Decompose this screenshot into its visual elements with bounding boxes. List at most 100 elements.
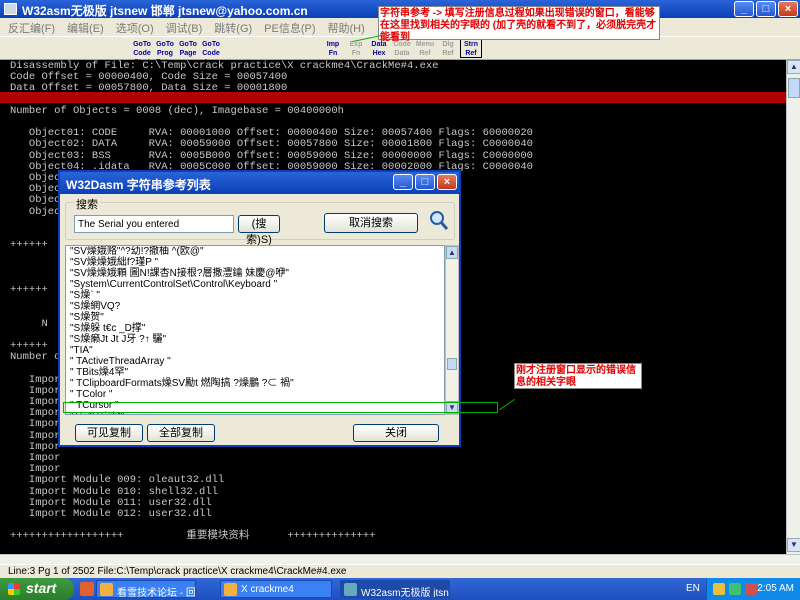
list-scroll-up-icon[interactable]: ▲ <box>446 246 458 259</box>
app-title: W32asm无极版 jtsnew 邯郸 jtsnew@yahoo.com.cn <box>22 4 308 18</box>
string-list-item[interactable]: "SV燥燥娥顆 圖N!課杏N接根?層撒灃鑰 妹慶@咿" <box>66 268 444 279</box>
toolbar-button-18[interactable]: Dlg Ref <box>437 38 459 58</box>
copy-visible-button[interactable]: 可见复制 <box>75 424 143 442</box>
dialog-maximize-button[interactable]: □ <box>415 174 435 190</box>
listing-vertical-scrollbar[interactable]: ▲ ▼ <box>786 60 800 554</box>
search-group: 搜索 (搜索)S) 取消搜索 <box>65 196 455 246</box>
dialog-title: W32Dasm 字符串参考列表 <box>66 178 211 192</box>
search-input[interactable] <box>74 215 234 233</box>
toolbar-button-11[interactable] <box>269 38 291 58</box>
string-list-item[interactable]: "S燥癞Jt Jt J牙 ?↑ 驪" <box>66 334 444 345</box>
string-list-item[interactable]: "System\CurrentControlSet\Control\Keyboa… <box>66 279 444 290</box>
toolbar-button-1[interactable] <box>25 38 47 58</box>
menu-edit[interactable]: 编辑(E) <box>61 18 110 36</box>
listing-line: Impor <box>10 373 61 386</box>
string-list-item[interactable]: "S燥躲 t€c _D撑" <box>66 323 444 334</box>
search-magnifier-icon <box>428 209 450 233</box>
listing-line: ++++++ <box>10 239 48 252</box>
clock: 2:05 AM <box>757 583 794 594</box>
string-list[interactable]: "SV燥娥赂"^?幼!?撤柚 ^(欧@" "SV燥燥娥絀f?瑾P " "SV燥燥娥顆… <box>65 245 445 415</box>
highlight-box <box>63 402 498 413</box>
scroll-thumb[interactable] <box>788 78 800 98</box>
string-list-item[interactable]: " TBits燥4罕" <box>66 367 444 378</box>
language-indicator[interactable]: EN <box>686 583 700 594</box>
toolbar-button-13[interactable]: Imp Fn <box>322 38 344 58</box>
menu-goto[interactable]: 跳转(G) <box>208 18 258 36</box>
minimize-button[interactable]: _ <box>734 1 754 17</box>
quick-launch <box>80 582 94 596</box>
listing-line: Import Module 012: user32.dll <box>10 508 212 520</box>
listing-line: Object02: DATA RVA: 00059000 Offset: 000… <box>10 138 533 151</box>
menu-help[interactable]: 帮助(H) <box>322 18 371 36</box>
scroll-up-arrow-icon[interactable]: ▲ <box>787 60 800 74</box>
listing-line: Object03: BSS RVA: 0005B000 Offset: 0005… <box>10 149 533 162</box>
close-dialog-button[interactable]: 关闭 <box>353 424 439 442</box>
task-crackme4[interactable]: X crackme4 <box>220 580 332 598</box>
string-list-item[interactable]: "TIA" <box>66 345 444 356</box>
listing-line: N <box>10 317 48 330</box>
annotation-top-note: 字符串参考 -> 填写注册信息过程如果出现错误的窗口，看能够在这里找到相关的字眼… <box>378 6 660 43</box>
string-list-item[interactable]: " TClipboardFormats燥SV勵t 燃陶搞 ?燥鵬 ?⊂ 禍" <box>66 378 444 389</box>
toolbar-button-20[interactable] <box>483 38 505 58</box>
toolbar-button-7[interactable]: GoTo Page <box>177 38 199 58</box>
current-line-highlight <box>0 92 786 103</box>
listing-line: Impor <box>10 429 61 442</box>
toolbar-button-2[interactable] <box>48 38 70 58</box>
toolbar-button-9[interactable] <box>223 38 245 58</box>
w32asm-icon <box>344 583 357 596</box>
listing-line: ++++++++++++++++++ 重要模块资料 ++++++++++++++ <box>10 530 376 543</box>
close-button[interactable]: × <box>778 1 798 17</box>
windows-flag-icon <box>8 583 20 595</box>
app-icon <box>4 3 17 15</box>
task-forum[interactable]: 看雪技术论坛 - 回... <box>96 580 196 598</box>
string-list-item[interactable]: "SV燥燥娥絀f?瑾P " <box>66 257 444 268</box>
toolbar-button-12[interactable] <box>292 38 314 58</box>
cancel-search-button[interactable]: 取消搜索 <box>324 213 418 233</box>
toolbar-button-19[interactable]: Strn Ref <box>460 38 482 58</box>
string-list-item[interactable]: " TActiveThreadArray " <box>66 356 444 367</box>
toolbar-separator <box>71 38 77 58</box>
task-w32asm[interactable]: W32asm无极版 jtsne... <box>340 580 450 598</box>
folder-icon <box>224 583 237 596</box>
toolbar-button-10[interactable] <box>246 38 268 58</box>
listing-horizontal-scrollbar[interactable] <box>0 554 800 564</box>
toolbar-button-6[interactable]: GoTo Prog Entry <box>154 38 176 66</box>
tray-icon-1[interactable] <box>713 583 725 595</box>
firefox-icon[interactable] <box>80 582 94 596</box>
toolbar-button-5[interactable]: GoTo Code Start <box>131 38 153 66</box>
string-list-item[interactable]: "S燥網VQ? <box>66 301 444 312</box>
string-list-item[interactable]: "SV燥娥赂"^?幼!?撤柚 ^(欧@" <box>66 246 444 257</box>
copy-all-button[interactable]: 全部复制 <box>147 424 215 442</box>
annotation-side-note: 刚才注册窗口显示的错误信息的相关字眼 <box>514 363 642 389</box>
dialog-minimize-button[interactable]: _ <box>393 174 413 190</box>
browser-icon <box>100 583 113 596</box>
taskbar: start 看雪技术论坛 - 回... X crackme4 W32asm无极版… <box>0 578 800 600</box>
listing-line: ++++++ <box>10 284 48 296</box>
string-list-item[interactable]: "S燥贺" <box>66 312 444 323</box>
menu-disassemble[interactable]: 反汇编(F) <box>2 18 61 36</box>
toolbar-button-17[interactable]: Menu Ref <box>414 38 436 58</box>
listing-line: Import Module 010: shell32.dll <box>10 485 218 498</box>
listing-line: Number o <box>10 351 61 364</box>
list-scroll-thumb[interactable] <box>447 358 457 370</box>
start-button[interactable]: start <box>0 578 74 600</box>
menu-debug[interactable]: 调试(B) <box>160 18 209 36</box>
toolbar-button-3[interactable] <box>78 38 100 58</box>
tray-icon-2[interactable] <box>729 583 741 595</box>
toolbar-button-8[interactable]: GoTo Code Loc <box>200 38 222 66</box>
scroll-down-arrow-icon[interactable]: ▼ <box>787 538 800 552</box>
dialog-close-button[interactable]: × <box>437 174 457 190</box>
toolbar-separator <box>124 38 130 58</box>
string-list-scrollbar[interactable]: ▲ ▼ <box>445 245 459 415</box>
toolbar-button-0[interactable] <box>2 38 24 58</box>
string-list-item[interactable]: "S燥` " <box>66 290 444 301</box>
listing-line: Impor <box>10 418 61 431</box>
menu-pe-info[interactable]: PE信息(P) <box>258 18 321 36</box>
menu-options[interactable]: 选项(O) <box>110 18 160 36</box>
toolbar-separator <box>315 38 321 58</box>
maximize-button[interactable]: □ <box>756 1 776 17</box>
tray-icon-3[interactable] <box>745 583 757 595</box>
string-list-item[interactable]: " TColor " <box>66 389 444 400</box>
search-button[interactable]: (搜索)S) <box>238 215 280 246</box>
toolbar-button-4[interactable] <box>101 38 123 58</box>
